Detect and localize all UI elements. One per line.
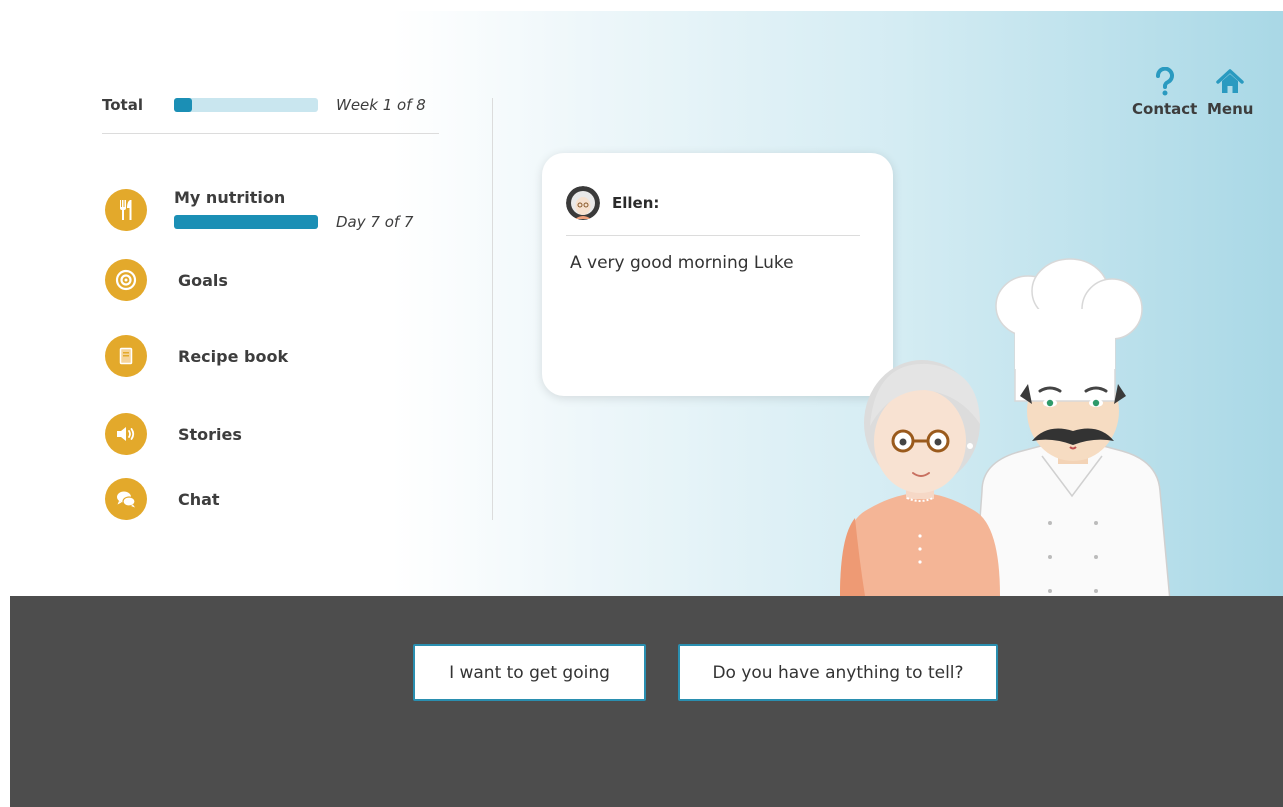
question-mark-icon [1155,67,1174,96]
cutlery-icon [105,188,147,231]
home-icon [1216,69,1244,93]
total-progress-fill [174,98,192,112]
nav-divider [102,133,439,134]
top-band [0,0,1283,11]
contact-label: Contact [1132,100,1198,118]
nutrition-progress-bar [174,215,318,229]
total-label: Total [102,96,143,114]
nav-item-label: Goals [178,270,228,290]
speaker: Ellen: [566,186,659,220]
menu-button[interactable]: Menu [1207,67,1253,118]
vertical-divider [492,98,493,520]
chat-bubbles-icon [105,478,147,520]
nav-item-recipe-book[interactable]: Recipe book [105,335,288,377]
speaker-icon [105,413,147,455]
reply-button-get-going[interactable]: I want to get going [413,644,646,701]
total-progress-text: Week 1 of 8 [336,96,426,114]
main-stage: Total Week 1 of 8 My nutrition Day 7 of … [10,11,1283,596]
contact-button[interactable]: Contact [1132,67,1197,118]
grandma-illustration [840,360,1000,596]
menu-label: Menu [1207,100,1254,118]
characters-illustration [840,258,1171,596]
nutrition-progress-text: Day 7 of 7 [336,213,414,231]
chef-illustration [973,258,1171,596]
nav-item-stories[interactable]: Stories [105,413,242,455]
reply-panel: I want to get going Do you have anything… [10,596,1283,807]
bubble-message: A very good morning Luke [570,253,794,273]
avatar [566,186,600,220]
target-icon [105,259,147,301]
book-icon [105,335,147,377]
nav-item-label: My nutrition [174,188,286,207]
reply-button-anything-to-tell[interactable]: Do you have anything to tell? [678,644,998,701]
nav-item-label: Stories [178,424,242,444]
total-progress: Total Week 1 of 8 [102,96,426,114]
nav-item-label: Recipe book [178,346,289,366]
speaker-name: Ellen: [612,194,660,212]
nutrition-progress-fill [174,215,318,229]
total-progress-bar [174,98,318,112]
nav-item-goals[interactable]: Goals [105,259,228,301]
nav-item-my-nutrition[interactable]: My nutrition Day 7 of 7 [105,188,413,231]
nav-item-label: Chat [178,489,220,509]
nav-item-chat[interactable]: Chat [105,478,220,520]
bubble-divider [566,235,860,236]
